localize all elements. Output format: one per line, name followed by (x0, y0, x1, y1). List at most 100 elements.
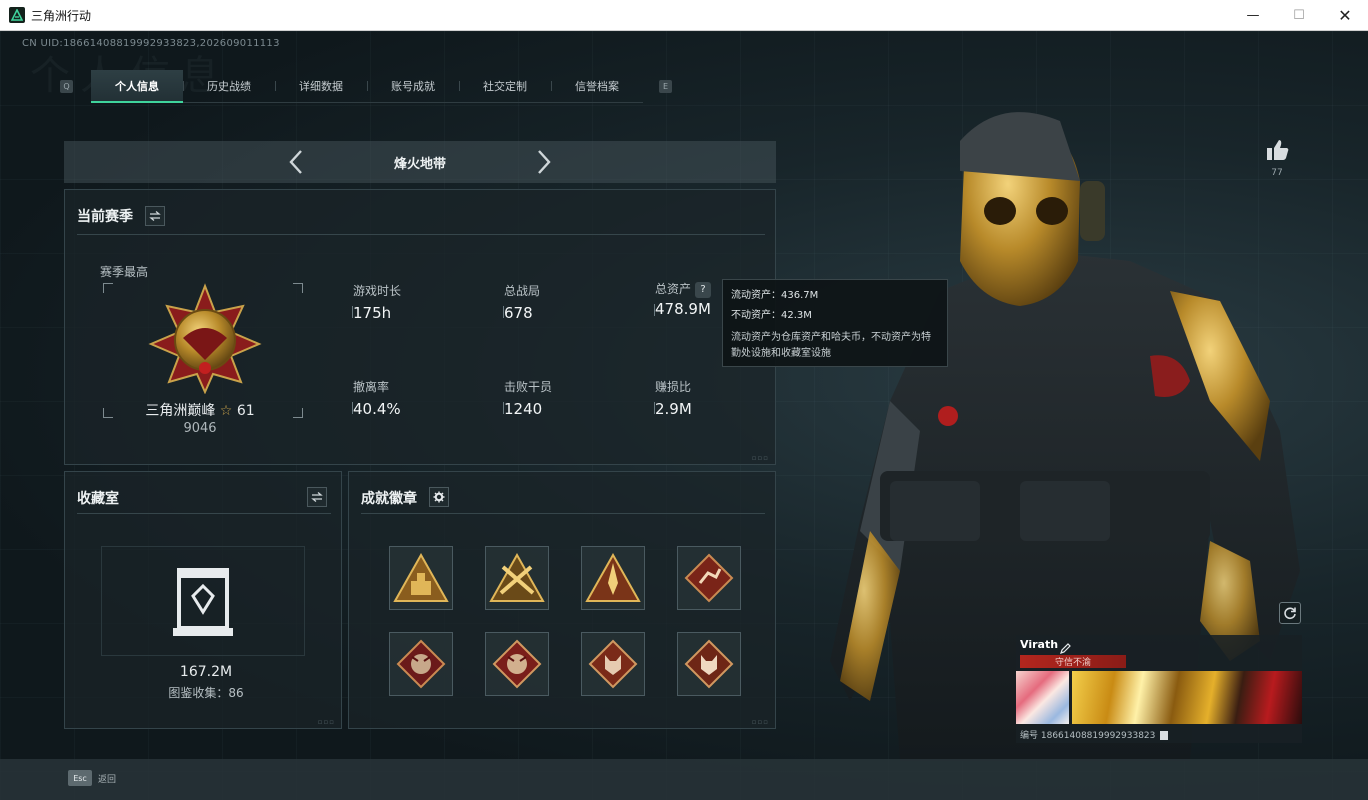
crossed-weapons-badge-icon (489, 553, 545, 602)
player-id: 编号 18661408819992933823 (1020, 728, 1169, 741)
stat-play-time: 游戏时长 175h (352, 282, 483, 322)
help-icon[interactable]: ? (695, 281, 712, 298)
season-best-label: 赛季最高 (100, 265, 149, 279)
swap-arrows-icon (149, 211, 161, 221)
stat-label: 赚损比 (655, 380, 692, 394)
tab-personal-info[interactable]: 个人信息 (91, 69, 183, 103)
bottom-bar: Esc 返回 (0, 759, 1368, 800)
medal-frame-corner (293, 408, 303, 418)
achievement-badge-weight[interactable] (389, 546, 453, 610)
collection-count: 图鉴收集：86 (168, 686, 244, 700)
collection-switch-button[interactable] (307, 487, 327, 507)
like-button[interactable] (1264, 139, 1292, 165)
tab-history-record[interactable]: 历史战绩 (183, 70, 275, 102)
player-banner-image (1072, 671, 1302, 724)
stat-label: 总资产 (655, 282, 692, 296)
vault-display-case-icon (173, 568, 233, 636)
wolf-badge-icon (684, 639, 734, 689)
season-divider (77, 234, 765, 235)
medal-frame-corner (103, 408, 113, 418)
maximize-button[interactable]: ☐ (1276, 0, 1322, 31)
season-switch-button[interactable] (145, 206, 165, 226)
uid-label: CN UID:18661408819992933823,202609011113 (22, 38, 280, 49)
rank-score: 9046 (183, 421, 217, 436)
player-avatar[interactable] (1016, 671, 1069, 724)
panel-corner-decoration: ▫▫▫ (317, 718, 335, 726)
fixed-assets-text: 不动资产：42.3M (731, 310, 812, 321)
liquid-assets-text: 流动资产：436.7M (731, 290, 819, 301)
current-season-panel: 当前赛季 赛季最高 三角洲巅峰 ☆ 61 9046 游戏时长 175h 总战局 … (64, 189, 776, 465)
window-titlebar: 三角洲行动 — ☐ ✕ (0, 0, 1368, 31)
stat-label: 撤离率 (353, 380, 390, 394)
player-id-text: 编号 18661408819992933823 (1020, 731, 1156, 741)
like-count: 77 (1271, 168, 1283, 178)
runner-badge-icon (684, 553, 734, 603)
season-panel-title: 当前赛季 (77, 209, 133, 225)
achievement-badges-panel: 成就徽章 ▫▫▫ (348, 471, 776, 729)
panel-corner-decoration: ▫▫▫ (751, 718, 769, 726)
thumbs-up-icon (1267, 140, 1289, 160)
stat-label: 击败干员 (504, 380, 553, 394)
achievement-badge-wolf[interactable] (581, 632, 645, 696)
tab-account-achievements[interactable]: 账号成就 (367, 70, 459, 102)
rank-name-row: 三角洲巅峰 ☆ 61 (125, 400, 275, 420)
pencil-icon (1060, 643, 1071, 654)
close-button[interactable]: ✕ (1322, 0, 1368, 31)
player-name: Virath (1020, 638, 1059, 651)
chevron-left-icon (289, 150, 302, 174)
stat-label: 总战局 (504, 284, 541, 298)
stat-value: 2.9M (655, 400, 692, 418)
tab-detailed-data[interactable]: 详细数据 (275, 70, 367, 102)
achievement-badge-dragon[interactable] (485, 632, 549, 696)
mode-prev-button[interactable] (282, 148, 310, 176)
next-tab-key-hint[interactable]: E (659, 79, 672, 93)
tab-reputation-archive[interactable]: 信誉档案 (551, 70, 643, 102)
window-title: 三角洲行动 (31, 8, 92, 23)
medal-frame-corner (293, 283, 303, 293)
stat-value: 40.4% (353, 400, 401, 418)
stat-total-matches: 总战局 678 (503, 282, 634, 322)
achievements-settings-button[interactable] (429, 487, 449, 507)
collection-divider (77, 513, 331, 514)
stat-operators-defeated: 击败干员 1240 (503, 378, 634, 418)
panel-corner-decoration: ▫▫▫ (751, 454, 769, 462)
rank-name: 三角洲巅峰 (145, 403, 216, 419)
chevron-right-icon (538, 150, 551, 174)
collection-panel-title: 收藏室 (77, 491, 119, 507)
stat-value: 1240 (504, 400, 543, 418)
prev-tab-key-hint[interactable]: Q (60, 79, 73, 93)
achievement-badge-wolf[interactable] (677, 632, 741, 696)
stat-extraction-rate: 撤离率 40.4% (352, 378, 483, 418)
top-tab-bar: Q 个人信息 历史战绩 详细数据 账号成就 社交定制 信誉档案 E (60, 69, 672, 103)
gear-icon (433, 491, 445, 503)
minimize-button[interactable]: — (1230, 0, 1276, 31)
rank-medal-icon (148, 283, 262, 394)
copy-icon[interactable] (1160, 731, 1169, 740)
tab-social-customization[interactable]: 社交定制 (459, 70, 551, 102)
achievement-badge-rocket[interactable] (581, 546, 645, 610)
back-label[interactable]: 返回 (98, 772, 116, 785)
weight-badge-icon (393, 553, 449, 602)
achievement-badge-runner[interactable] (677, 546, 741, 610)
rank-stars: 61 (236, 403, 255, 419)
esc-key-hint[interactable]: Esc (68, 770, 92, 786)
app-logo-icon (9, 7, 25, 23)
rotate-character-button[interactable] (1279, 602, 1301, 624)
mode-next-button[interactable] (530, 148, 558, 176)
player-title-tag: 守信不渝 (1020, 655, 1126, 668)
stat-value: 678 (504, 304, 533, 322)
collection-value: 167.2M (179, 664, 233, 680)
stat-profit-loss: 赚损比 2.9M (654, 378, 785, 418)
collection-room-panel: 收藏室 167.2M 图鉴收集：86 ▫▫▫ (64, 471, 342, 729)
mode-selector: 烽火地带 (64, 141, 776, 183)
achievement-badge-dragon[interactable] (389, 632, 453, 696)
stat-value: 175h (353, 304, 392, 322)
stat-label: 游戏时长 (353, 284, 402, 298)
achievements-panel-title: 成就徽章 (361, 491, 417, 507)
tab-list: 个人信息 历史战绩 详细数据 账号成就 社交定制 信誉档案 (91, 69, 643, 103)
achievement-badge-crossed-weapons[interactable] (485, 546, 549, 610)
star-icon: ☆ (219, 403, 233, 419)
dragon-badge-icon (396, 639, 446, 689)
dragon-badge-icon (492, 639, 542, 689)
achievements-divider (361, 513, 765, 514)
